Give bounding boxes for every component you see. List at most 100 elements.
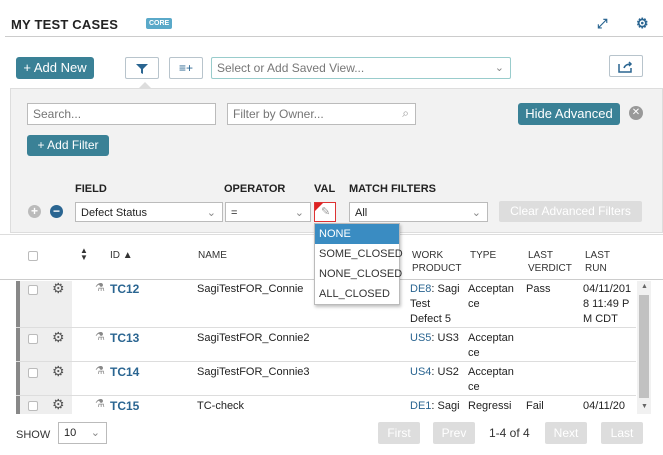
prev-page-button[interactable]: Prev (433, 422, 475, 444)
field-select-value: Defect Status (81, 207, 148, 219)
work-product-link[interactable]: DE1 (410, 400, 431, 412)
last-run-cell: 04/11/20 (583, 400, 626, 412)
match-filters-value: All (355, 207, 368, 219)
filter-toggle-button[interactable] (125, 57, 159, 79)
flask-icon: ⚗ (95, 398, 105, 410)
chevron-down-icon: ⌄ (294, 207, 304, 219)
operator-label: OPERATOR (224, 183, 286, 195)
next-page-button[interactable]: Next (545, 422, 587, 444)
operator-select-value: = (231, 207, 238, 219)
test-case-id-link[interactable]: TC14 (110, 365, 139, 380)
dropdown-option[interactable]: NONE_CLOSED (315, 264, 402, 284)
page-size-select[interactable]: 10 ⌄ (58, 422, 107, 444)
type-cell: Acceptance (468, 283, 514, 310)
row-checkbox[interactable] (28, 368, 38, 378)
operator-select[interactable]: = ⌄ (225, 202, 311, 222)
sort-icon[interactable]: ▲ ▼ (80, 247, 88, 262)
match-filters-label: MATCH FILTERS (349, 183, 436, 195)
test-case-name: SagiTestFOR_Connie (197, 283, 304, 295)
column-header-last-verdict[interactable]: LAST VERDICT (528, 249, 576, 275)
type-cell: Regressi (468, 400, 512, 412)
field-select[interactable]: Defect Status ⌄ (75, 202, 223, 222)
work-product-link[interactable]: DE8 (410, 283, 431, 295)
column-header-name[interactable]: NAME (198, 249, 227, 262)
scrollbar-thumb[interactable] (639, 295, 649, 398)
type-cell: Acceptance (468, 332, 514, 359)
column-header-type[interactable]: TYPE (470, 249, 496, 262)
value-dropdown: NONE SOME_CLOSED NONE_CLOSED ALL_CLOSED (314, 223, 403, 305)
last-run-cell: 04/11/2018 11:49 PM CDT (583, 283, 632, 325)
row-checkbox[interactable] (28, 285, 38, 295)
table-row[interactable]: ⚙ ⚗ TC14 SagiTestFOR_Connie3 US4: US2 Ac… (16, 362, 636, 396)
owner-filter[interactable]: ⌕ (227, 103, 416, 125)
work-product-link[interactable]: US4 (410, 366, 431, 378)
row-checkbox[interactable] (28, 334, 38, 344)
header-divider (5, 36, 663, 37)
field-label: FIELD (75, 183, 107, 195)
verdict-cell: Fail (526, 400, 544, 412)
add-row-icon[interactable]: + (28, 205, 41, 218)
verdict-cell: Pass (526, 283, 551, 295)
column-header-id[interactable]: ID ▲ (110, 249, 133, 262)
add-filter-button[interactable]: + Add Filter (27, 135, 109, 156)
search-icon: ⌕ (402, 106, 409, 120)
work-product-cell: DE8: Sagi Test Defect 5 (410, 282, 460, 327)
export-icon (618, 61, 633, 73)
table-row[interactable]: ⚙ ⚗ TC15 TC-check DE1: Sagi Regressi Fai… (16, 396, 636, 414)
work-product-cell: US4: US2 (410, 365, 459, 380)
select-all-checkbox[interactable] (28, 251, 38, 261)
gear-icon[interactable]: ⚙ (52, 330, 65, 345)
dropdown-option[interactable]: SOME_CLOSED (315, 244, 403, 264)
expand-icon[interactable]: ⤢ (597, 16, 607, 32)
test-case-id-link[interactable]: TC13 (110, 331, 139, 346)
add-column-icon: ≡+ (178, 61, 193, 75)
pagination-footer: SHOW 10 ⌄ First Prev 1-4 of 4 Next Last (0, 414, 663, 455)
id-header-text: ID ▲ (110, 250, 133, 261)
type-cell: Acceptance (468, 366, 514, 393)
match-filters-select[interactable]: All ⌄ (349, 202, 488, 222)
gear-icon[interactable]: ⚙ (52, 281, 65, 296)
row-checkbox[interactable] (28, 401, 38, 411)
chevron-down-icon: ⌄ (494, 62, 504, 74)
core-badge: CORE (146, 18, 173, 29)
scroll-up-icon[interactable]: ▲ (641, 283, 648, 290)
filter-icon (136, 63, 148, 74)
gear-icon[interactable]: ⚙ (52, 364, 65, 379)
flask-icon: ⚗ (95, 282, 105, 294)
page-range: 1-4 of 4 (489, 426, 530, 440)
dropdown-option[interactable]: ALL_CLOSED (315, 284, 399, 304)
gear-icon[interactable]: ⚙ (52, 397, 65, 412)
chevron-down-icon: ⌄ (90, 427, 100, 439)
work-product-cell: US5: US3 (410, 331, 459, 346)
add-new-button[interactable]: + Add New (16, 57, 94, 79)
dropdown-option[interactable]: NONE (315, 224, 399, 244)
column-header-last-run[interactable]: LAST RUN (585, 249, 625, 275)
value-input[interactable]: ✎ (314, 202, 336, 222)
work-product-name: : Sagi (431, 400, 460, 412)
work-product-name: : US3 (431, 332, 459, 344)
scroll-down-icon[interactable]: ▼ (641, 403, 648, 410)
hide-advanced-button[interactable]: Hide Advanced (518, 103, 620, 125)
work-product-cell: DE1: Sagi (410, 399, 460, 414)
owner-input[interactable] (227, 103, 416, 125)
first-page-button[interactable]: First (378, 422, 420, 444)
last-page-button[interactable]: Last (601, 422, 643, 444)
page-size-value: 10 (64, 427, 77, 439)
saved-view-select[interactable]: Select or Add Saved View... ⌄ (211, 57, 511, 79)
test-case-id-link[interactable]: TC12 (110, 282, 139, 297)
test-case-name: SagiTestFOR_Connie3 (197, 366, 310, 378)
column-config-button[interactable]: ≡+ (169, 57, 203, 79)
chevron-down-icon: ⌄ (471, 207, 481, 219)
search-input[interactable] (27, 103, 216, 125)
remove-row-icon[interactable]: − (50, 205, 63, 218)
close-icon[interactable]: ✕ (629, 106, 643, 120)
export-button[interactable] (609, 55, 643, 77)
test-case-id-link[interactable]: TC15 (110, 399, 139, 414)
work-product-link[interactable]: US5 (410, 332, 431, 344)
gear-icon[interactable]: ⚙ (636, 15, 649, 32)
clear-advanced-filters-button[interactable]: Clear Advanced Filters (499, 201, 642, 222)
show-label: SHOW (16, 429, 51, 441)
panel-header: MY TEST CASES CORE ⤢ ⚙ (0, 0, 663, 50)
column-header-work-product[interactable]: WORK PRODUCT (412, 249, 464, 275)
table-row[interactable]: ⚙ ⚗ TC13 SagiTestFOR_Connie2 US5: US3 Ac… (16, 328, 636, 362)
